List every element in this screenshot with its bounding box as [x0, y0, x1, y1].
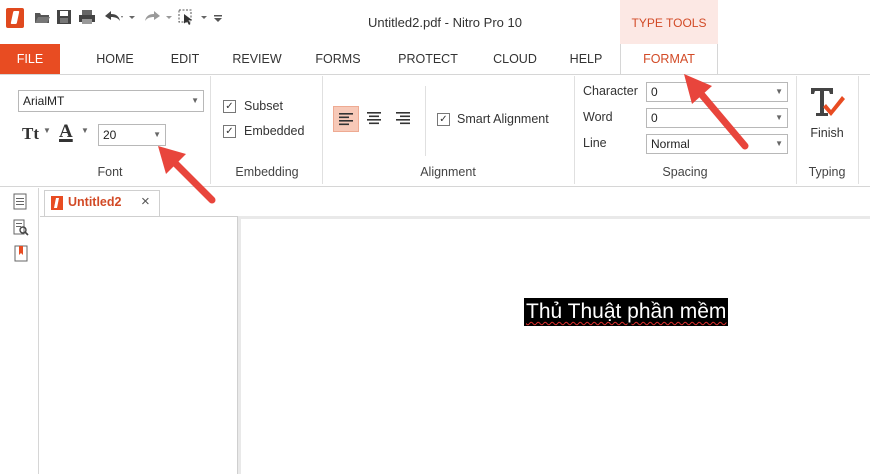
arrow-to-font-size [158, 146, 216, 204]
annotation-arrows [158, 74, 749, 204]
arrow-to-format-tab [684, 74, 749, 150]
